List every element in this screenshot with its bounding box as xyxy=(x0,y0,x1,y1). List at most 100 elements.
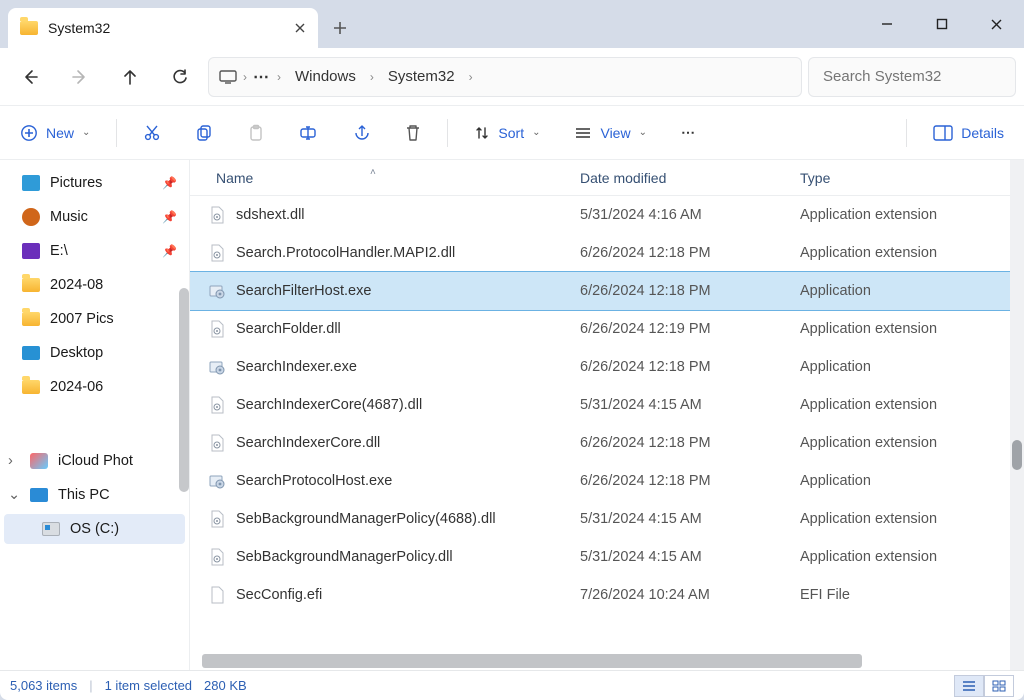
folder-icon xyxy=(22,276,40,294)
file-type: Application xyxy=(800,473,1010,489)
file-date: 6/26/2024 12:18 PM xyxy=(580,245,800,261)
sidebar-item-label: 2024-08 xyxy=(50,277,103,293)
file-icon xyxy=(208,434,226,452)
view-label: View xyxy=(600,125,630,141)
sidebar-item-label: This PC xyxy=(58,487,110,503)
address-bar[interactable]: › ⋯ › Windows › System32 › xyxy=(208,57,802,97)
file-name: Search.ProtocolHandler.MAPI2.dll xyxy=(236,245,455,261)
file-row[interactable]: Search.ProtocolHandler.MAPI2.dll 6/26/202… xyxy=(190,234,1010,272)
file-date: 6/26/2024 12:18 PM xyxy=(580,473,800,489)
ellipsis-icon[interactable]: ⋯ xyxy=(253,67,271,87)
chevron-right-icon[interactable]: › xyxy=(243,70,247,84)
copy-button[interactable] xyxy=(187,118,221,148)
breadcrumb-windows[interactable]: Windows xyxy=(287,64,364,89)
file-icon xyxy=(208,510,226,528)
sort-button[interactable]: Sort ⌄ xyxy=(466,119,548,147)
search-input[interactable] xyxy=(821,67,1003,86)
file-icon xyxy=(208,244,226,262)
share-button[interactable] xyxy=(345,118,379,148)
file-name: SearchProtocolHost.exe xyxy=(236,473,392,489)
navigation-sidebar: Pictures📌 Music📌 E:\📌 2024-08 2007 Pics Deskt… xyxy=(0,160,190,670)
file-date: 5/31/2024 4:15 AM xyxy=(580,549,800,565)
minimize-button[interactable] xyxy=(859,0,914,48)
separator xyxy=(116,119,117,147)
status-selection: 1 item selected xyxy=(105,678,192,693)
cut-button[interactable] xyxy=(135,118,169,148)
folder-icon xyxy=(20,19,38,37)
paste-button[interactable] xyxy=(239,118,273,148)
sidebar-item[interactable]: ›iCloud Phot xyxy=(4,446,185,476)
file-date: 6/26/2024 12:18 PM xyxy=(580,435,800,451)
folder-icon xyxy=(22,310,40,328)
sidebar-item[interactable]: ⌄This PC xyxy=(4,480,185,510)
file-list-pane: Name ˄ Date modified Type sdshext.dll5/3… xyxy=(190,160,1010,670)
sidebar-item[interactable]: Desktop xyxy=(4,338,185,368)
file-row[interactable]: SearchIndexerCore.dll6/26/2024 12:18 PMA… xyxy=(190,424,1010,462)
status-size: 280 KB xyxy=(204,678,247,693)
file-type: Application extension xyxy=(800,511,1010,527)
view-button[interactable]: View ⌄ xyxy=(566,119,654,147)
file-row[interactable]: SearchFilterHost.exe6/26/2024 12:18 PMAp… xyxy=(190,272,1010,310)
breadcrumb-system32[interactable]: System32 xyxy=(380,64,463,89)
file-row[interactable]: sdshext.dll5/31/2024 4:16 AMApplication … xyxy=(190,196,1010,234)
sidebar-item[interactable]: Music📌 xyxy=(4,202,185,232)
chevron-right-icon[interactable]: › xyxy=(277,70,281,84)
column-header-type[interactable]: Type xyxy=(800,170,1010,186)
vertical-scrollbar[interactable] xyxy=(1010,160,1024,670)
new-button[interactable]: New ⌄ xyxy=(12,118,98,148)
scrollbar-thumb[interactable] xyxy=(202,654,862,668)
sidebar-item-label: iCloud Phot xyxy=(58,453,133,469)
file-row[interactable]: SebBackgroundManagerPolicy.dll5/31/2024 … xyxy=(190,538,1010,576)
thumbnails-view-button[interactable] xyxy=(984,675,1014,697)
file-name: SearchFolder.dll xyxy=(236,321,341,337)
file-date: 6/26/2024 12:18 PM xyxy=(580,359,800,375)
sort-label: Sort xyxy=(498,125,524,141)
sidebar-item[interactable]: Pictures📌 xyxy=(4,168,185,198)
horizontal-scrollbar[interactable] xyxy=(190,652,1010,670)
delete-button[interactable] xyxy=(397,118,429,148)
close-tab-icon[interactable] xyxy=(294,22,306,34)
chevron-down-icon: ⌄ xyxy=(532,127,540,138)
new-label: New xyxy=(46,125,74,141)
file-row[interactable]: SearchProtocolHost.exe 6/26/2024 12:18 PM… xyxy=(190,462,1010,500)
sidebar-scrollbar-thumb[interactable] xyxy=(179,288,189,492)
column-header-date[interactable]: Date modified xyxy=(580,170,800,186)
window-controls xyxy=(859,0,1024,48)
file-row[interactable]: SearchFolder.dll6/26/2024 12:19 PMApplic… xyxy=(190,310,1010,348)
file-name: SebBackgroundManagerPolicy(4688).dll xyxy=(236,511,496,527)
scrollbar-thumb[interactable] xyxy=(1012,440,1022,470)
titlebar: System32 xyxy=(0,0,1024,48)
close-window-button[interactable] xyxy=(969,0,1024,48)
back-button[interactable] xyxy=(8,57,52,97)
more-button[interactable]: ⋯ xyxy=(673,118,705,147)
sort-indicator-icon: ˄ xyxy=(370,167,376,178)
file-type: Application extension xyxy=(800,321,1010,337)
sidebar-item[interactable]: 2024-08 xyxy=(4,270,185,300)
column-header-name[interactable]: Name ˄ xyxy=(190,170,580,186)
chevron-right-icon[interactable]: › xyxy=(469,70,473,84)
sidebar-item[interactable]: 2024-06 xyxy=(4,372,185,402)
file-row[interactable]: SearchIndexerCore(4687).dll5/31/2024 4:1… xyxy=(190,386,1010,424)
file-icon xyxy=(208,206,226,224)
sidebar-item[interactable]: OS (C:) xyxy=(4,514,185,544)
file-icon xyxy=(208,282,226,300)
file-type: Application extension xyxy=(800,397,1010,413)
file-row[interactable]: SecConfig.efi7/26/2024 10:24 AMEFI File xyxy=(190,576,1010,614)
up-button[interactable] xyxy=(108,57,152,97)
tab-system32[interactable]: System32 xyxy=(8,8,318,48)
sidebar-item[interactable]: 2007 Pics xyxy=(4,304,185,334)
maximize-button[interactable] xyxy=(914,0,969,48)
refresh-button[interactable] xyxy=(158,57,202,97)
forward-button[interactable] xyxy=(58,57,102,97)
details-pane-button[interactable]: Details xyxy=(925,119,1012,147)
sidebar-item[interactable]: E:\📌 xyxy=(4,236,185,266)
file-type: Application extension xyxy=(800,207,1010,223)
rename-button[interactable] xyxy=(291,118,327,148)
new-tab-button[interactable] xyxy=(318,8,362,48)
chevron-right-icon[interactable]: › xyxy=(370,70,374,84)
file-row[interactable]: SebBackgroundManagerPolicy(4688).dll5/31… xyxy=(190,500,1010,538)
details-view-button[interactable] xyxy=(954,675,984,697)
icloud-icon xyxy=(30,452,48,470)
file-row[interactable]: SearchIndexer.exe6/26/2024 12:18 PMAppli… xyxy=(190,348,1010,386)
search-box[interactable] xyxy=(808,57,1016,97)
